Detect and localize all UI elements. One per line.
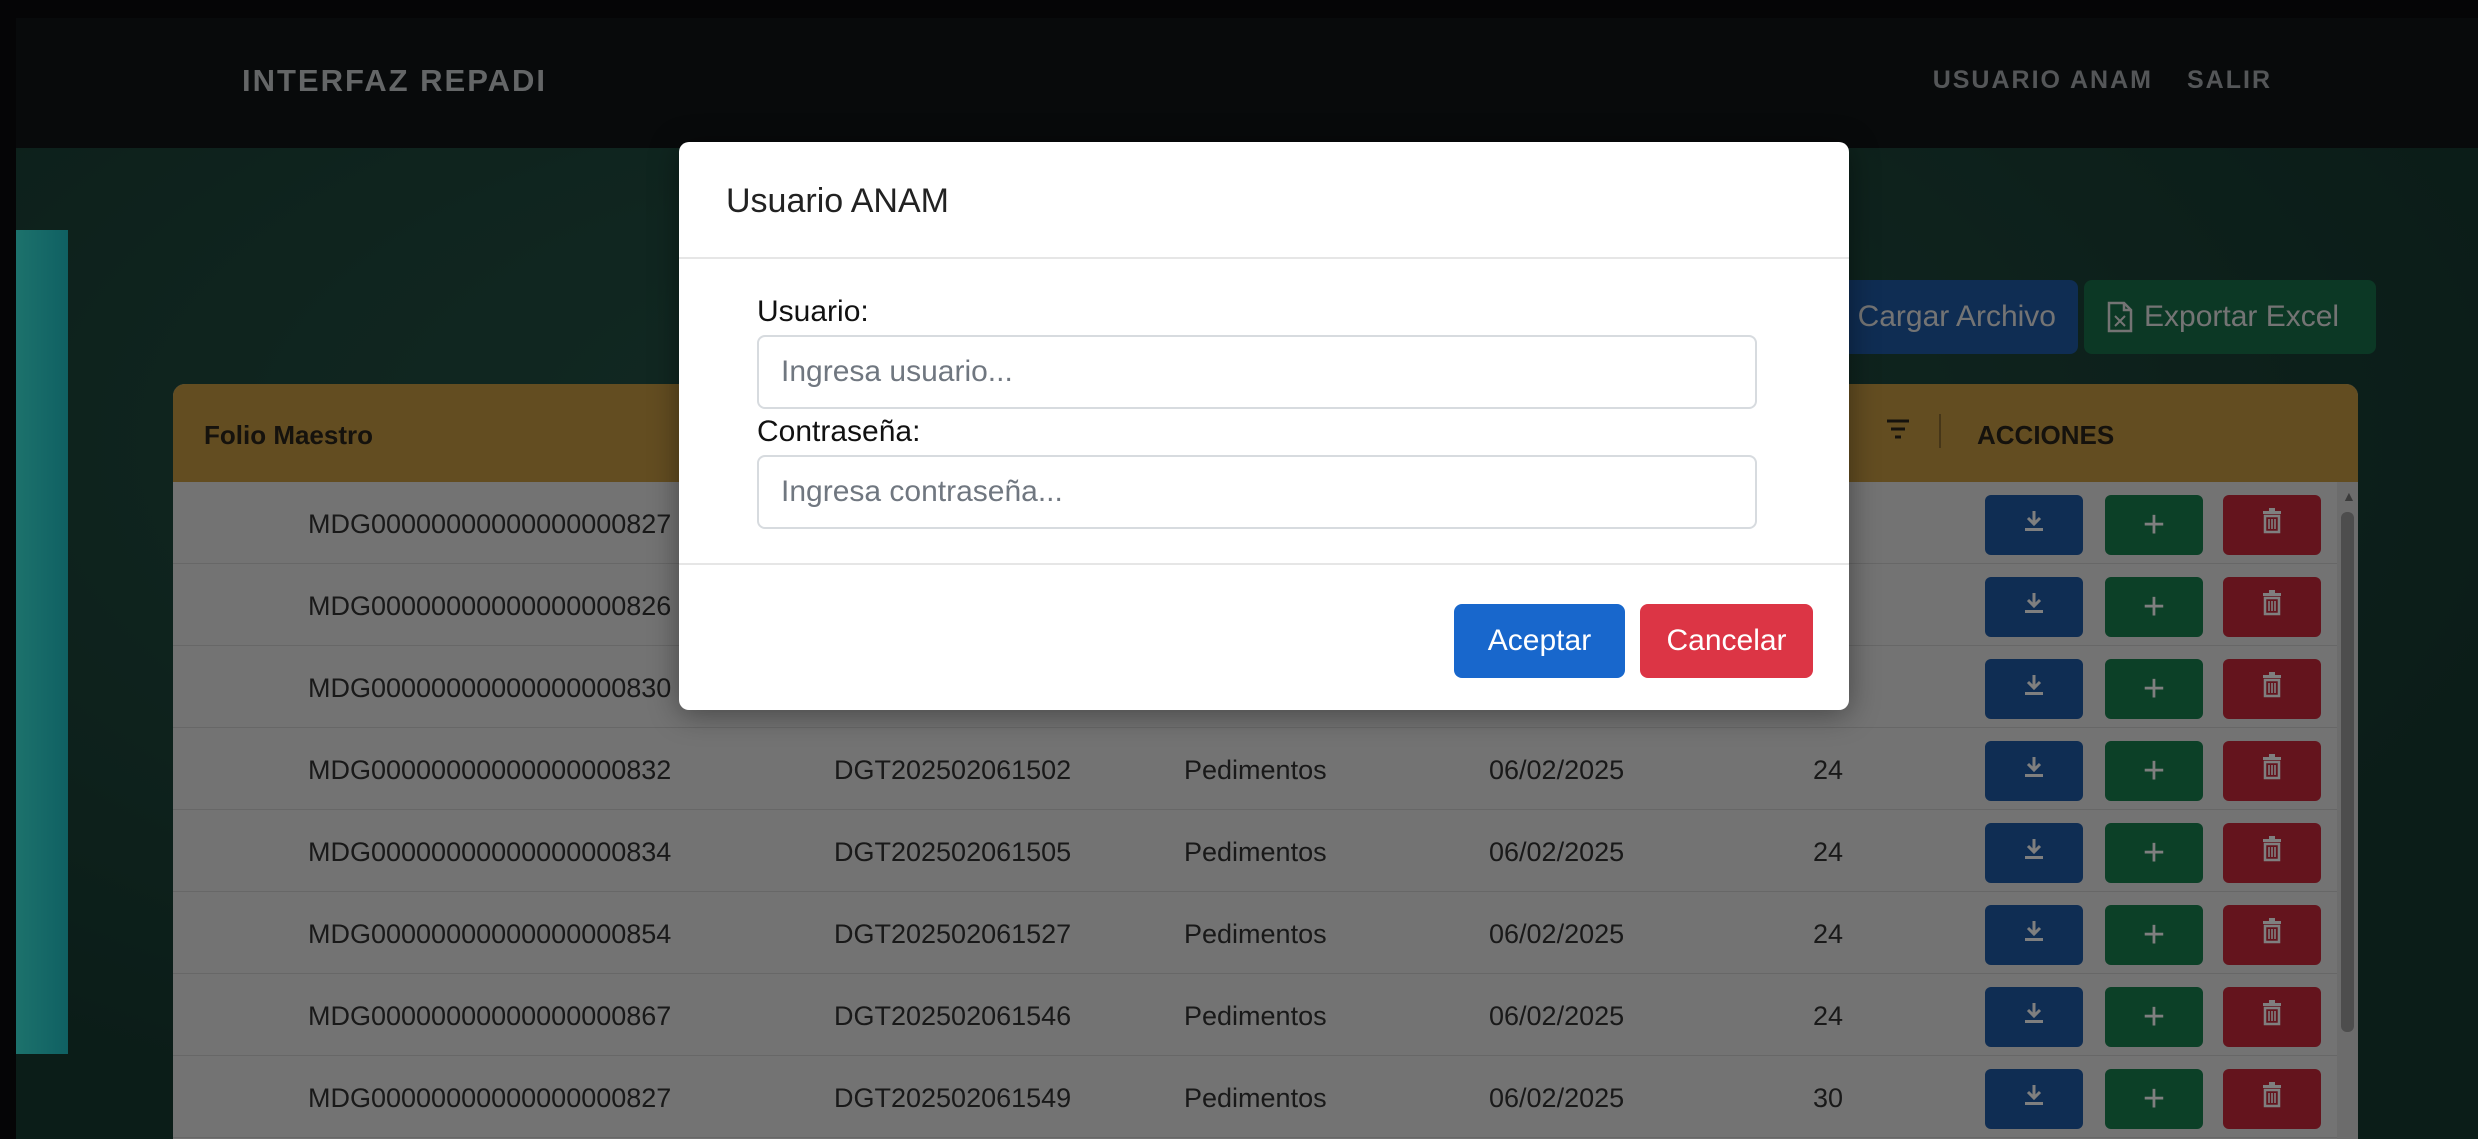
accept-button[interactable]: Aceptar: [1454, 604, 1625, 678]
user-input[interactable]: [757, 335, 1757, 409]
password-input[interactable]: [757, 455, 1757, 529]
modal-header: Usuario ANAM: [679, 142, 1849, 259]
modal-title: Usuario ANAM: [726, 182, 949, 220]
user-label: Usuario:: [757, 295, 869, 328]
modal-body: Usuario: Contraseña:: [679, 259, 1849, 565]
modal-footer: Aceptar Cancelar: [679, 565, 1849, 710]
cancel-button[interactable]: Cancelar: [1640, 604, 1813, 678]
login-modal: Usuario ANAM Usuario: Contraseña: Acepta…: [679, 142, 1849, 710]
password-label: Contraseña:: [757, 415, 921, 448]
